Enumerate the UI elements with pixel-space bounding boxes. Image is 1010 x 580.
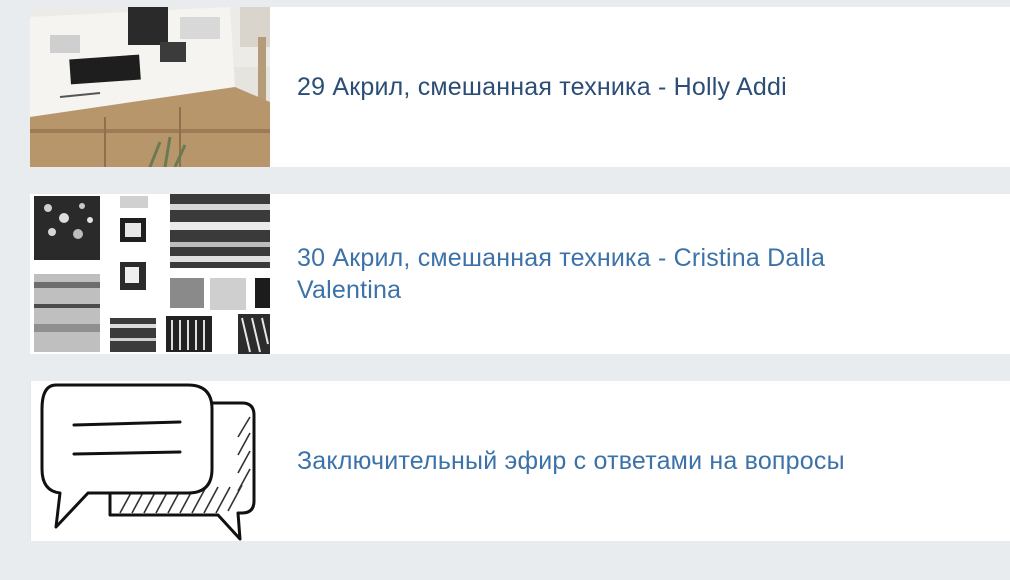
chat-bubbles-icon[interactable] <box>30 381 270 541</box>
lesson-title-link[interactable]: Заключительный эфир с ответами на вопрос… <box>297 445 927 477</box>
lesson-item-final-stream[interactable]: Заключительный эфир с ответами на вопрос… <box>30 381 1010 541</box>
collage-thumbnail[interactable] <box>30 194 270 354</box>
lesson-item-30[interactable]: 30 Акрил, смешанная техника - Cristina D… <box>30 194 1010 354</box>
lesson-item-29[interactable]: 29 Акрил, смешанная техника - Holly Addi <box>30 7 1010 167</box>
painting-thumbnail[interactable] <box>30 7 270 167</box>
lesson-title-link[interactable]: 30 Акрил, смешанная техника - Cristina D… <box>297 242 927 306</box>
lesson-title-link[interactable]: 29 Акрил, смешанная техника - Holly Addi <box>297 71 927 103</box>
